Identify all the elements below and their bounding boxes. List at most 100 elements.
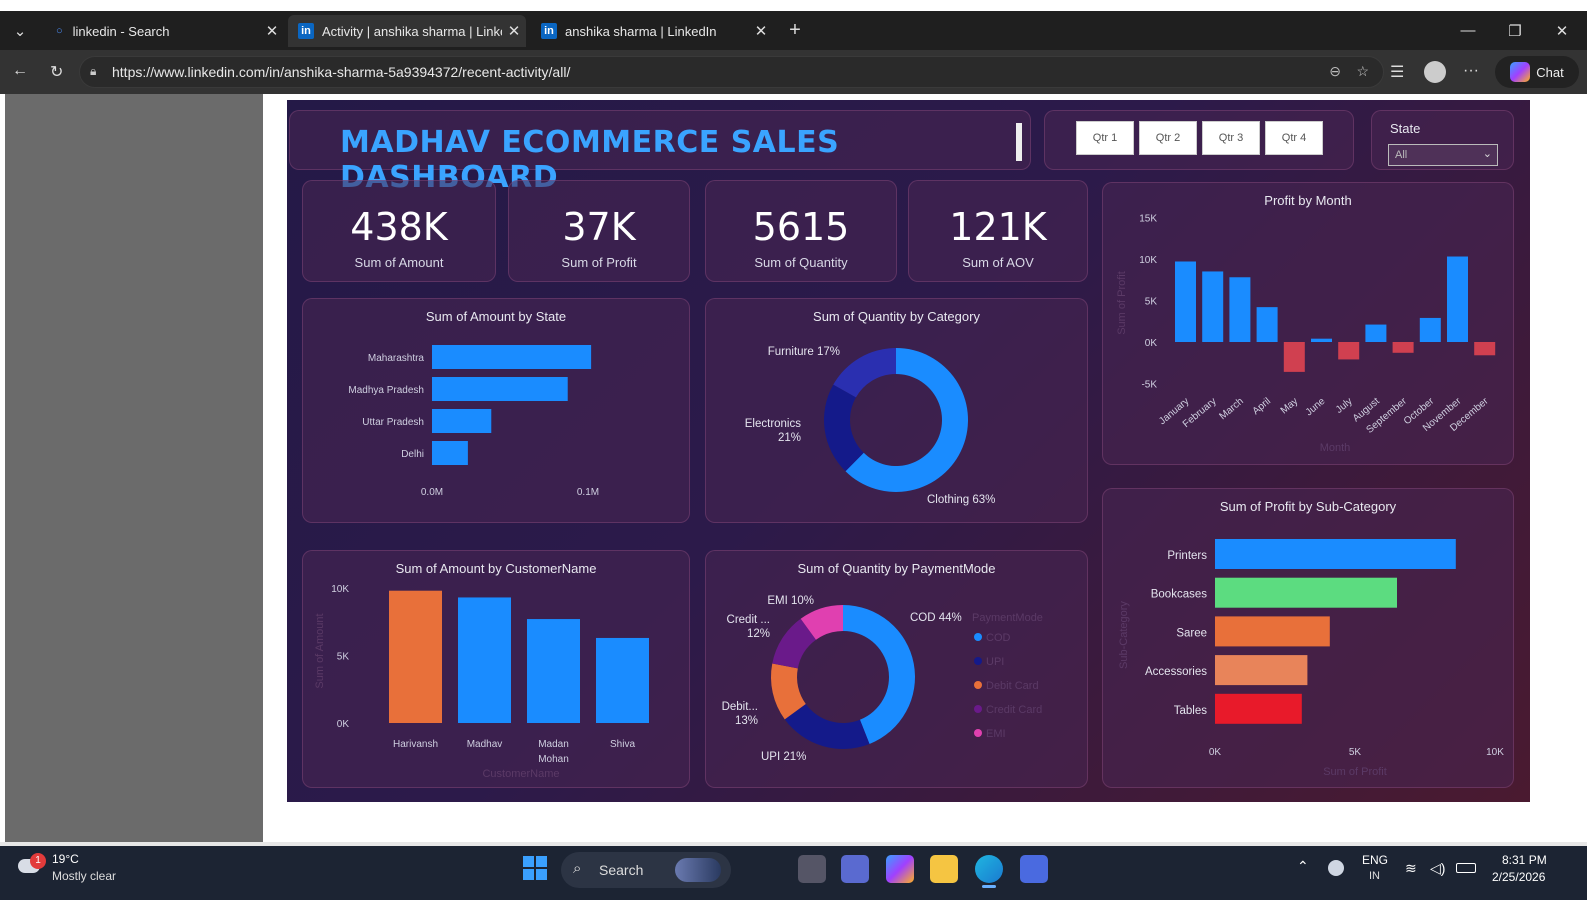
legend-item: COD xyxy=(986,632,1011,644)
new-tab-plus-icon[interactable]: + xyxy=(780,11,810,50)
volume-icon[interactable]: ◁) xyxy=(1430,860,1445,877)
category-data-label: 21% xyxy=(778,432,801,444)
clock-time[interactable]: 8:31 PM xyxy=(1502,853,1547,867)
site-info-lock-icon[interactable]: 🔒︎ xyxy=(90,64,96,79)
weather-icon[interactable]: 1 xyxy=(18,853,48,877)
state-bar xyxy=(432,377,568,401)
legend-item: Debit Card xyxy=(986,680,1039,692)
legend-item: Credit Card xyxy=(986,704,1042,716)
month-bar xyxy=(1474,342,1496,356)
clock-date[interactable]: 2/25/2026 xyxy=(1492,870,1545,884)
payment-data-label: Debit... xyxy=(722,701,758,713)
payment-data-label: UPI 21% xyxy=(761,751,806,763)
url-field[interactable]: 🔒︎ https://www.linkedin.com/in/anshika-s… xyxy=(79,56,1384,88)
more-menu-icon[interactable]: ··· xyxy=(1463,62,1479,80)
subcategory-label: Accessories xyxy=(1145,666,1207,678)
profit-by-subcategory-chart: Printers Bookcases Saree Accessories Tables 0… xyxy=(1118,539,1504,778)
y-axis-title: Sum of Profit xyxy=(1116,271,1128,335)
x-tick-label: 5K xyxy=(1349,747,1362,758)
month-label: April xyxy=(1251,396,1273,417)
kpi-value: 438K xyxy=(350,205,448,249)
month-label: May xyxy=(1279,396,1301,417)
state-bar xyxy=(432,345,592,369)
close-tab-icon[interactable]: ✕ xyxy=(749,22,773,40)
chart-card-quantity-by-paymentmode: Sum of Quantity by PaymentMode COD 44% UP… xyxy=(705,550,1088,788)
month-label: July xyxy=(1334,396,1355,416)
quarter-button-qtr1[interactable]: Qtr 1 xyxy=(1076,121,1134,155)
file-explorer-icon[interactable] xyxy=(930,855,958,883)
legend-title: PaymentMode xyxy=(972,612,1043,624)
minimize-icon[interactable]: — xyxy=(1445,11,1491,50)
customer-bar xyxy=(596,637,649,723)
month-bar xyxy=(1392,342,1414,353)
search-icon: ⌕ xyxy=(573,860,582,877)
refresh-icon[interactable]: ↻ xyxy=(50,62,63,82)
tab-label: anshika sharma | LinkedIn xyxy=(565,23,717,39)
tab-label: Activity | anshika sharma | LinkedIn xyxy=(322,23,502,39)
back-arrow-icon[interactable]: ← xyxy=(12,62,28,80)
tab-activity[interactable]: in Activity | anshika sharma | LinkedIn … xyxy=(288,15,526,47)
tab-profile[interactable]: in anshika sharma | LinkedIn ✕ xyxy=(531,15,773,47)
close-tab-icon[interactable]: ✕ xyxy=(502,22,526,40)
zoom-icon[interactable]: ⊖ xyxy=(1329,63,1341,80)
region-indicator: IN xyxy=(1369,870,1380,882)
customer-label: Madan xyxy=(538,739,569,750)
quarter-button-qtr4[interactable]: Qtr 4 xyxy=(1265,121,1323,155)
kpi-card-amount: 438K Sum of Amount xyxy=(302,180,496,282)
wifi-icon[interactable]: ≋ xyxy=(1405,860,1417,877)
favorite-star-icon[interactable]: ☆ xyxy=(1356,63,1369,80)
weather-desc: Mostly clear xyxy=(52,869,117,883)
quarter-button-qtr2[interactable]: Qtr 2 xyxy=(1139,121,1197,155)
chart-card-profit-by-subcategory: Sum of Profit by Sub-Category Printers Bo… xyxy=(1102,488,1514,788)
category-donut-slice xyxy=(824,384,864,472)
y-tick-label: 10K xyxy=(331,584,349,595)
profile-avatar-icon[interactable] xyxy=(1424,61,1446,83)
subcategory-bar xyxy=(1215,616,1330,647)
month-bar xyxy=(1365,324,1387,342)
x-tick-label: 0K xyxy=(1209,747,1222,758)
left-blank-area xyxy=(5,94,263,842)
quantity-by-category-chart: Furniture 17% Electronics 21% Clothing 63% xyxy=(745,346,996,506)
state-dropdown-value: All xyxy=(1395,149,1408,161)
tab-actions-chevron-icon[interactable]: ⌄ xyxy=(0,11,40,50)
close-window-icon[interactable]: ✕ xyxy=(1539,11,1585,50)
weather-temp: 19°C xyxy=(52,852,79,866)
maximize-icon[interactable]: ❐ xyxy=(1492,11,1538,50)
favorites-icon[interactable]: ☰ xyxy=(1390,62,1404,82)
teams-icon[interactable] xyxy=(841,855,869,883)
quarter-button-qtr3[interactable]: Qtr 3 xyxy=(1202,121,1260,155)
language-indicator[interactable]: ENG xyxy=(1362,853,1388,867)
taskbar-search[interactable]: ⌕ Search xyxy=(561,852,731,888)
screen: ⌄ ○ linkedin - Search ✕ in Activity | an… xyxy=(0,0,1587,900)
store-icon[interactable] xyxy=(1020,855,1048,883)
state-label: Uttar Pradesh xyxy=(362,417,424,428)
state-label: Madhya Pradesh xyxy=(348,385,424,396)
show-hidden-icons-chevron-icon[interactable]: ⌃ xyxy=(1297,858,1309,875)
state-dropdown[interactable]: All ⌄ xyxy=(1388,144,1498,166)
weather-badge: 1 xyxy=(30,853,46,869)
onedrive-icon[interactable] xyxy=(1328,860,1344,876)
battery-icon[interactable] xyxy=(1456,863,1476,873)
x-axis-title: Month xyxy=(1320,442,1351,454)
chart-card-amount-by-state: Sum of Amount by State Maharashtra Madhya… xyxy=(302,298,690,523)
windows-start-icon[interactable] xyxy=(523,856,547,880)
x-tick-label: 0.1M xyxy=(577,487,599,498)
close-tab-icon[interactable]: ✕ xyxy=(260,22,284,40)
legend-marker xyxy=(974,681,982,689)
y-axis-title: Sub-Category xyxy=(1118,601,1130,669)
customer-bar xyxy=(458,597,511,723)
copilot-chat-button[interactable]: Chat xyxy=(1495,56,1579,88)
x-tick-label: 10K xyxy=(1486,747,1504,758)
state-bar xyxy=(432,409,492,433)
month-bar xyxy=(1256,307,1278,342)
copilot-icon[interactable] xyxy=(886,855,914,883)
windows-taskbar xyxy=(0,846,1587,900)
y-tick-label: 5K xyxy=(1145,297,1158,308)
chart-card-amount-by-customer: Sum of Amount by CustomerName 10K 5K 0K Har… xyxy=(302,550,690,788)
month-label: June xyxy=(1304,396,1328,419)
edge-browser-icon[interactable] xyxy=(975,855,1003,883)
task-view-icon[interactable] xyxy=(798,855,826,883)
subcategory-bar xyxy=(1215,577,1397,608)
tab-linkedin-search[interactable]: ○ linkedin - Search ✕ xyxy=(46,15,284,47)
legend-marker xyxy=(974,729,982,737)
